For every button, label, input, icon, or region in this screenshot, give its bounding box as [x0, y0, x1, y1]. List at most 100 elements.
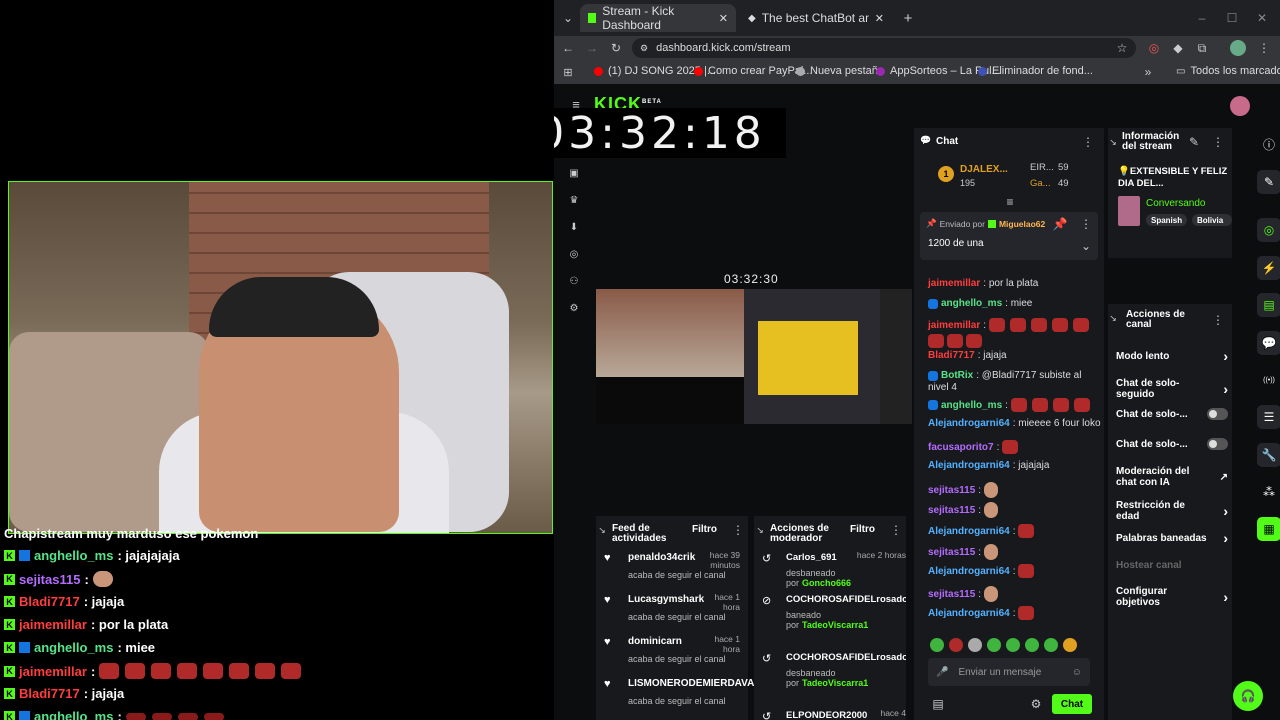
chat-message-row[interactable]: sejitas115:: [928, 502, 1000, 518]
chat-username[interactable]: anghello_ms: [941, 400, 1002, 411]
activity-item[interactable]: ♥ LISMONERODEMIERDAVA acaba de seguir el c…: [604, 676, 754, 716]
bookmark-item[interactable]: Eliminador de fond...: [978, 65, 1093, 77]
wrench-icon[interactable]: 🔧: [1257, 443, 1280, 467]
tab-search-icon[interactable]: ⌄: [560, 10, 576, 26]
chat-message-row[interactable]: sejitas115:: [928, 586, 1000, 602]
profile-avatar-icon[interactable]: [1230, 40, 1246, 56]
forward-icon[interactable]: →: [584, 40, 600, 56]
star-icon[interactable]: ☆: [1114, 40, 1130, 56]
channel-action-item[interactable]: Hostear canal: [1116, 560, 1228, 571]
edit-pencil-icon[interactable]: ✎: [1257, 170, 1280, 194]
extensions-puzzle-icon[interactable]: ⧉: [1194, 40, 1210, 56]
chat-username[interactable]: jaimemillar: [928, 320, 980, 331]
quick-emote-icon[interactable]: [987, 638, 1001, 652]
more-options-icon[interactable]: ⋮: [1210, 134, 1226, 150]
apps-grid-icon[interactable]: ⊞: [560, 64, 576, 80]
expand-icon[interactable]: ↘: [1108, 310, 1118, 326]
chat-username[interactable]: Alejandrogarni64: [928, 566, 1010, 577]
user-avatar[interactable]: [1230, 96, 1250, 116]
chat-username[interactable]: Alejandrogarni64: [928, 418, 1010, 429]
close-icon[interactable]: ✕: [719, 12, 728, 25]
more-bookmarks-icon[interactable]: »: [1140, 64, 1156, 80]
users-icon[interactable]: ⚇: [568, 275, 580, 287]
close-icon[interactable]: ✕: [875, 12, 884, 25]
chat-message-row[interactable]: Alejandrogarni64: mieeee 6 four loko: [928, 418, 1101, 429]
maximize-icon[interactable]: ☐: [1224, 10, 1240, 26]
url-field[interactable]: ⚙ dashboard.kick.com/stream: [632, 38, 1136, 58]
channel-action-item[interactable]: Chat de solo-...: [1116, 408, 1228, 420]
collapse-icon[interactable]: ≡: [1002, 194, 1018, 210]
channel-action-item[interactable]: Configurar objetivos ›: [1116, 586, 1228, 608]
edit-pencil-icon[interactable]: ✎: [1186, 134, 1202, 150]
category-name[interactable]: Conversando: [1146, 198, 1205, 209]
settings-gear-icon[interactable]: ⚙: [568, 302, 580, 314]
chat-message-row[interactable]: Alejandrogarni64: jajajaja: [928, 460, 1049, 471]
more-options-icon[interactable]: ⋮: [1210, 312, 1226, 328]
document-icon[interactable]: ▤: [1257, 293, 1280, 317]
nodes-icon[interactable]: ⁂: [1257, 480, 1280, 504]
chat-username[interactable]: Alejandrogarni64: [928, 608, 1010, 619]
channel-action-item[interactable]: Chat de solo-seguido ›: [1116, 378, 1228, 400]
lightning-icon[interactable]: ⚡: [1257, 256, 1280, 280]
quick-emote-icon[interactable]: [1044, 638, 1058, 652]
emoji-icon[interactable]: ☺: [1072, 667, 1082, 678]
mod-action-item[interactable]: ↺ COCHOROSAFIDELrosado desbaneado por Tadeo…: [762, 650, 906, 690]
chat-message-row[interactable]: anghello_ms: miee: [928, 298, 1032, 309]
chat-message-row[interactable]: BotRix: @Bladi7717 subiste al: [928, 370, 1081, 381]
chat-username[interactable]: BotRix: [941, 370, 973, 381]
bookmark-item[interactable]: Nueva pestaña: [796, 65, 884, 77]
microphone-icon[interactable]: 🎤: [936, 667, 948, 678]
activity-filter-button[interactable]: Filtro: [692, 524, 717, 535]
back-icon[interactable]: ←: [560, 40, 576, 56]
quick-emote-icon[interactable]: [949, 638, 963, 652]
chat-bubble-icon[interactable]: 💬: [1257, 331, 1280, 355]
mod-action-item[interactable]: ↺ ELPONDEOR2000 hace 4: [762, 708, 906, 720]
quick-emote-icon[interactable]: [930, 638, 944, 652]
support-icon[interactable]: 🎧: [1233, 681, 1263, 711]
tab-kick-dashboard[interactable]: Stream - Kick Dashboard ✕: [580, 4, 736, 32]
extension-diamond-icon[interactable]: ◆: [1170, 40, 1186, 56]
stream-preview[interactable]: [596, 289, 912, 424]
grid-icon[interactable]: ▦: [1257, 517, 1280, 541]
more-options-icon[interactable]: ⋮: [1080, 134, 1096, 150]
tab-chatbot[interactable]: ◆ The best ChatBot and Widgets ✕: [740, 4, 892, 32]
expand-icon[interactable]: ↘: [596, 522, 608, 538]
chat-settings-icon[interactable]: ⚙: [1028, 696, 1044, 712]
more-options-icon[interactable]: ⋮: [888, 522, 904, 538]
new-tab-icon[interactable]: +: [900, 10, 916, 27]
chat-username[interactable]: Alejandrogarni64: [928, 460, 1010, 471]
chat-message-row[interactable]: jaimemillar: por la plata: [928, 278, 1038, 289]
quick-emote-icon[interactable]: [968, 638, 982, 652]
chat-username[interactable]: sejitas115: [928, 547, 975, 558]
more-options-icon[interactable]: ⋮: [730, 522, 746, 538]
activity-item[interactable]: ♥ dominicarn acaba de seguir el canal hace …: [604, 634, 744, 674]
expand-icon[interactable]: ↘: [754, 522, 766, 538]
layers-icon[interactable]: ☰: [1257, 405, 1280, 429]
site-info-icon[interactable]: ⚙: [640, 43, 648, 54]
channel-action-item[interactable]: Palabras baneadas ›: [1116, 530, 1228, 546]
chat-username[interactable]: jaimemillar: [928, 278, 980, 289]
broadcast-icon[interactable]: ((•)): [1257, 368, 1280, 392]
target-icon[interactable]: ◎: [1257, 218, 1280, 242]
chat-username[interactable]: sejitas115: [928, 589, 975, 600]
target-icon[interactable]: ◎: [568, 248, 580, 260]
bookmark-item[interactable]: Como crear PayPal...: [694, 65, 813, 77]
download-icon[interactable]: ⬇: [568, 221, 580, 233]
quick-emote-icon[interactable]: [1006, 638, 1020, 652]
send-chat-button[interactable]: Chat: [1052, 694, 1092, 714]
channel-action-item[interactable]: Moderación del chat con IA ↗: [1116, 466, 1228, 488]
chat-username[interactable]: sejitas115: [928, 485, 975, 496]
mod-filter-button[interactable]: Filtro: [850, 524, 875, 535]
chat-username[interactable]: anghello_ms: [941, 298, 1002, 309]
gift-icon[interactable]: ▤: [930, 696, 946, 712]
chat-username[interactable]: sejitas115: [928, 505, 975, 516]
trophy-icon[interactable]: ♛: [568, 194, 580, 206]
chat-input[interactable]: 🎤 Enviar un mensaje ☺: [928, 658, 1090, 686]
quick-emote-icon[interactable]: [1063, 638, 1077, 652]
menu-dots-icon[interactable]: ⋮: [1256, 40, 1272, 56]
chat-message-row[interactable]: anghello_ms:: [928, 398, 1092, 412]
quick-emote-icon[interactable]: [1025, 638, 1039, 652]
chat-message-row[interactable]: Alejandrogarni64:: [928, 524, 1036, 538]
mod-action-item[interactable]: ⊘ COCHOROSAFIDELrosado baneado por TadeoVis…: [762, 592, 906, 632]
info-icon[interactable]: ⓘ: [1257, 132, 1280, 156]
